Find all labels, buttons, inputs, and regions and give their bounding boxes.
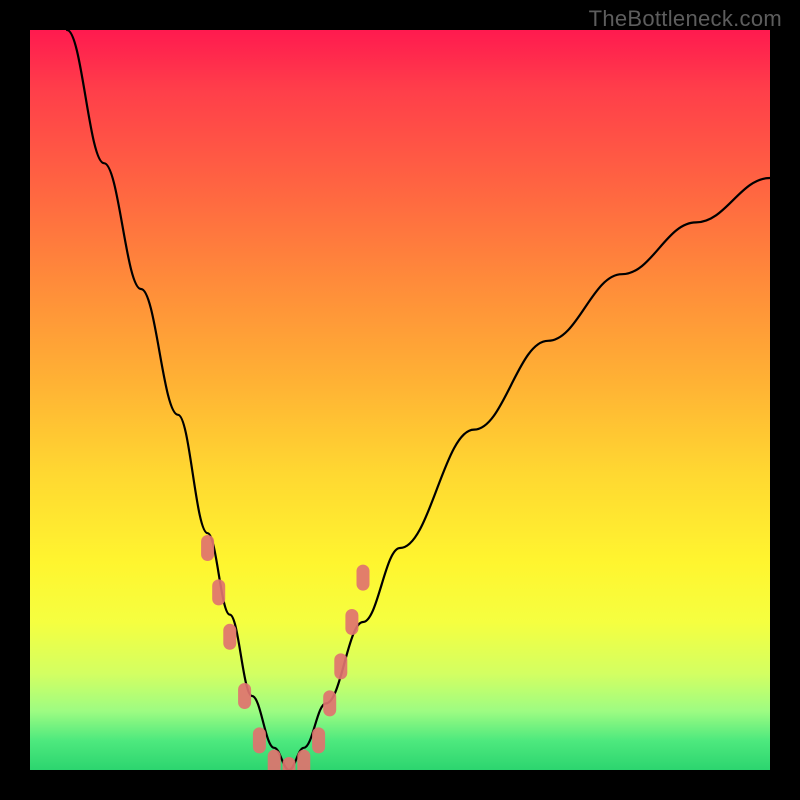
chart-svg: [30, 30, 770, 770]
marker-dot: [223, 624, 236, 650]
marker-dot: [345, 609, 358, 635]
marker-dot: [297, 750, 310, 770]
marker-dot: [323, 690, 336, 716]
marker-dot: [268, 750, 281, 770]
marker-dot: [312, 727, 325, 753]
bottleneck-curve-line: [67, 30, 770, 770]
watermark-text: TheBottleneck.com: [589, 6, 782, 32]
marker-dot: [253, 727, 266, 753]
optimal-range-markers: [201, 535, 369, 770]
plot-area: [30, 30, 770, 770]
marker-dot: [238, 683, 251, 709]
chart-frame: TheBottleneck.com: [0, 0, 800, 800]
marker-dot: [283, 757, 296, 770]
marker-dot: [201, 535, 214, 561]
marker-dot: [334, 653, 347, 679]
marker-dot: [357, 565, 370, 591]
marker-dot: [212, 579, 225, 605]
